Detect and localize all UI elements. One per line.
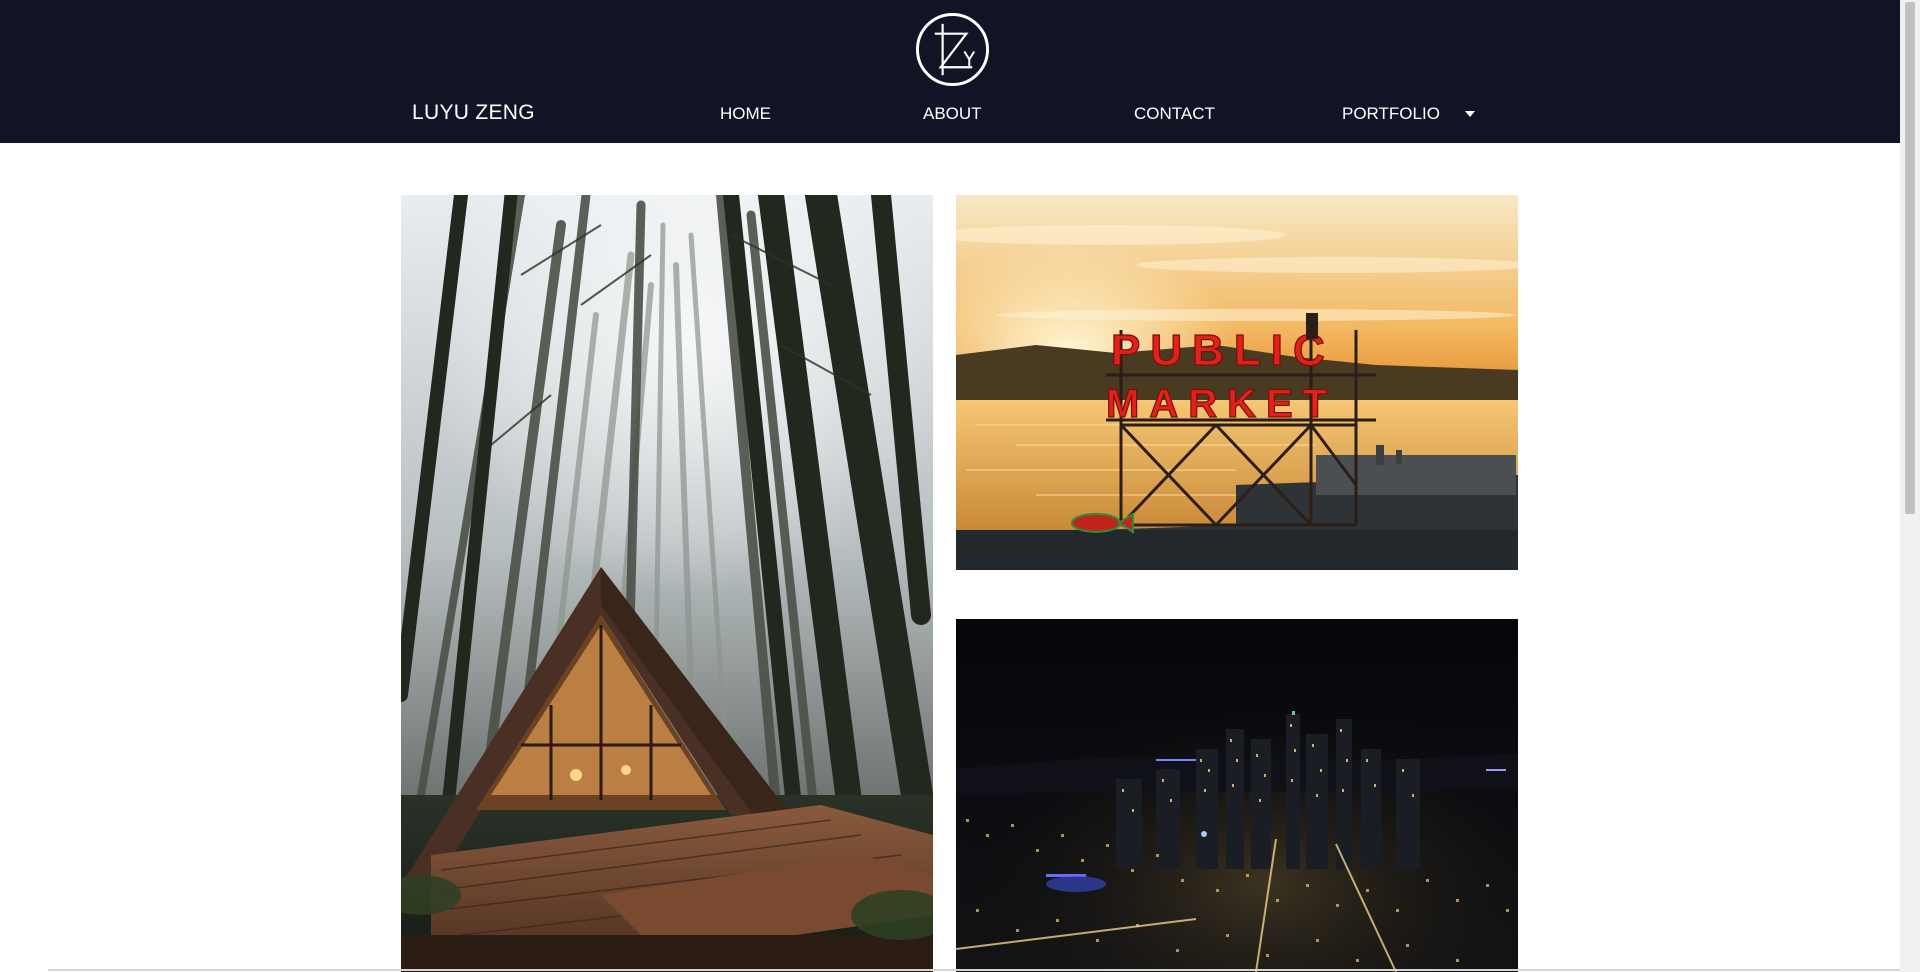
city-night-image [956, 619, 1518, 972]
sign-text-market: MARKET [1106, 382, 1337, 426]
sign-text-public: PUBLIC [1111, 326, 1335, 375]
lz-monogram-logo[interactable] [915, 12, 990, 87]
nav-home[interactable]: HOME [720, 104, 771, 124]
nav-contact[interactable]: CONTACT [1134, 104, 1215, 124]
page-bottom-divider [48, 969, 1900, 971]
nav-about[interactable]: ABOUT [923, 104, 982, 124]
brand-name[interactable]: LUYU ZENG [412, 101, 535, 125]
forest-cabin-image [401, 195, 933, 972]
scrollbar-thumb[interactable] [1905, 2, 1915, 514]
nav-portfolio[interactable]: PORTFOLIO [1342, 104, 1440, 124]
vertical-scrollbar[interactable] [1900, 0, 1920, 972]
photo-forest-cabin[interactable] [401, 195, 933, 972]
public-market-image: PUBLIC MARKET [956, 195, 1518, 570]
photo-public-market[interactable]: PUBLIC MARKET [956, 195, 1518, 570]
caret-down-icon[interactable] [1465, 111, 1475, 117]
site-header: LUYU ZENG HOME ABOUT CONTACT PORTFOLIO [0, 0, 1900, 143]
photo-city-night[interactable] [956, 619, 1518, 972]
